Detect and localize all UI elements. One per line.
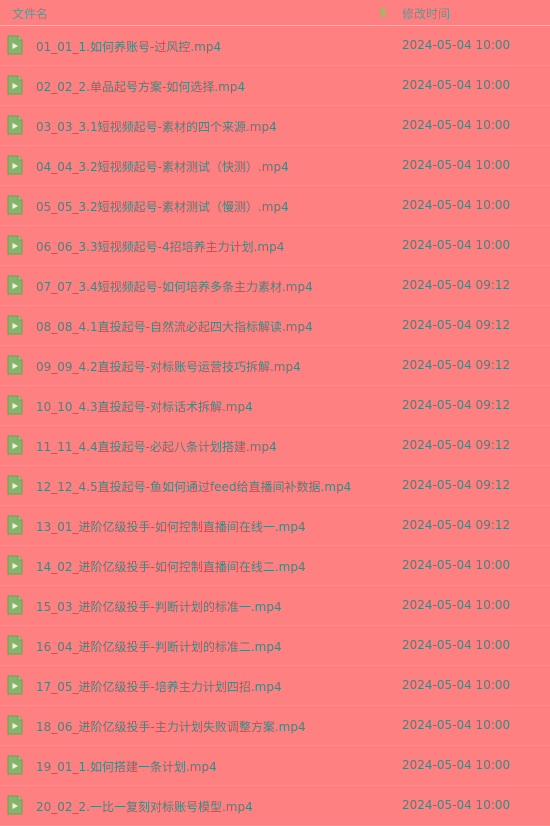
file-name: 12_12_4.5直投起号-鱼如何通过feed给直播间补数据.mp4: [36, 480, 352, 494]
column-header-modified-time[interactable]: 修改时间: [402, 5, 450, 22]
video-file-icon: [7, 35, 23, 55]
file-name: 19_01_1.如何搭建一条计划.mp4: [36, 760, 217, 774]
column-header-name[interactable]: 文件名: [12, 5, 48, 22]
file-name: 09_09_4.2直投起号-对标账号运营技巧拆解.mp4: [36, 360, 301, 374]
video-file-icon: [7, 195, 23, 215]
video-file-icon: [7, 355, 23, 375]
video-file-icon: [7, 75, 23, 95]
file-row[interactable]: 18_06_进阶亿级投手-主力计划失败调整方案.mp4 2024-05-04 1…: [0, 706, 550, 746]
file-row[interactable]: 04_04_3.2短视频起号-素材测试（快测）.mp4 2024-05-04 1…: [0, 146, 550, 186]
file-row[interactable]: 19_01_1.如何搭建一条计划.mp4 2024-05-04 10:00: [0, 746, 550, 786]
file-name: 18_06_进阶亿级投手-主力计划失败调整方案.mp4: [36, 720, 306, 734]
file-modified-time: 2024-05-04 10:00: [402, 798, 511, 812]
file-modified-time: 2024-05-04 09:12: [402, 318, 511, 332]
file-modified-time: 2024-05-04 09:12: [402, 478, 511, 492]
file-row[interactable]: 09_09_4.2直投起号-对标账号运营技巧拆解.mp4 2024-05-04 …: [0, 346, 550, 386]
file-row[interactable]: 10_10_4.3直投起号-对标话术拆解.mp4 2024-05-04 09:1…: [0, 386, 550, 426]
file-row[interactable]: 02_02_2.单品起号方案-如何选择.mp4 2024-05-04 10:00: [0, 66, 550, 106]
file-modified-time: 2024-05-04 09:12: [402, 438, 511, 452]
file-name: 20_02_2.一比一复刻对标账号模型.mp4: [36, 800, 253, 814]
file-modified-time: 2024-05-04 10:00: [402, 638, 511, 652]
file-modified-time: 2024-05-04 10:00: [402, 78, 511, 92]
file-row[interactable]: 01_01_1.如何养账号-过风控.mp4 2024-05-04 10:00: [0, 26, 550, 66]
video-file-icon: [7, 155, 23, 175]
video-file-icon: [7, 595, 23, 615]
file-row[interactable]: 03_03_3.1短视频起号-素材的四个来源.mp4 2024-05-04 10…: [0, 106, 550, 146]
file-modified-time: 2024-05-04 10:00: [402, 158, 511, 172]
file-name: 02_02_2.单品起号方案-如何选择.mp4: [36, 80, 246, 94]
file-name: 03_03_3.1短视频起号-素材的四个来源.mp4: [36, 120, 277, 134]
file-modified-time: 2024-05-04 10:00: [402, 718, 511, 732]
file-row[interactable]: 17_05_进阶亿级投手-培养主力计划四招.mp4 2024-05-04 10:…: [0, 666, 550, 706]
file-name: 15_03_进阶亿级投手-判断计划的标准一.mp4: [36, 600, 282, 614]
sort-up-arrow-icon[interactable]: [377, 4, 389, 20]
video-file-icon: [7, 515, 23, 535]
file-name: 01_01_1.如何养账号-过风控.mp4: [36, 40, 222, 54]
file-name: 08_08_4.1直投起号-自然流必起四大指标解读.mp4: [36, 320, 313, 334]
file-modified-time: 2024-05-04 10:00: [402, 198, 511, 212]
video-file-icon: [7, 475, 23, 495]
file-modified-time: 2024-05-04 10:00: [402, 598, 511, 612]
file-name: 17_05_进阶亿级投手-培养主力计划四招.mp4: [36, 680, 282, 694]
file-row[interactable]: 06_06_3.3短视频起号-4招培养主力计划.mp4 2024-05-04 1…: [0, 226, 550, 266]
video-file-icon: [7, 115, 23, 135]
file-modified-time: 2024-05-04 10:00: [402, 118, 511, 132]
file-modified-time: 2024-05-04 10:00: [402, 678, 511, 692]
file-row[interactable]: 08_08_4.1直投起号-自然流必起四大指标解读.mp4 2024-05-04…: [0, 306, 550, 346]
video-file-icon: [7, 435, 23, 455]
file-row[interactable]: 07_07_3.4短视频起号-如何培养多条主力素材.mp4 2024-05-04…: [0, 266, 550, 306]
file-row[interactable]: 20_02_2.一比一复刻对标账号模型.mp4 2024-05-04 10:00: [0, 786, 550, 826]
file-name: 10_10_4.3直投起号-对标话术拆解.mp4: [36, 400, 253, 414]
file-row[interactable]: 11_11_4.4直投起号-必起八条计划搭建.mp4 2024-05-04 09…: [0, 426, 550, 466]
file-modified-time: 2024-05-04 09:12: [402, 398, 511, 412]
file-name: 16_04_进阶亿级投手-判断计划的标准二.mp4: [36, 640, 282, 654]
video-file-icon: [7, 235, 23, 255]
video-file-icon: [7, 395, 23, 415]
video-file-icon: [7, 675, 23, 695]
file-name: 07_07_3.4短视频起号-如何培养多条主力素材.mp4: [36, 280, 313, 294]
file-row[interactable]: 13_01_进阶亿级投手-如何控制直播间在线一.mp4 2024-05-04 0…: [0, 506, 550, 546]
video-file-icon: [7, 275, 23, 295]
file-row[interactable]: 12_12_4.5直投起号-鱼如何通过feed给直播间补数据.mp4 2024-…: [0, 466, 550, 506]
file-modified-time: 2024-05-04 10:00: [402, 558, 511, 572]
file-row[interactable]: 16_04_进阶亿级投手-判断计划的标准二.mp4 2024-05-04 10:…: [0, 626, 550, 666]
file-name: 04_04_3.2短视频起号-素材测试（快测）.mp4: [36, 160, 289, 174]
file-modified-time: 2024-05-04 10:00: [402, 238, 511, 252]
file-list-header: 文件名 修改时间: [0, 0, 550, 26]
video-file-icon: [7, 755, 23, 775]
file-modified-time: 2024-05-04 10:00: [402, 758, 511, 772]
video-file-icon: [7, 315, 23, 335]
file-name: 13_01_进阶亿级投手-如何控制直播间在线一.mp4: [36, 520, 306, 534]
file-name: 06_06_3.3短视频起号-4招培养主力计划.mp4: [36, 240, 285, 254]
file-modified-time: 2024-05-04 09:12: [402, 518, 511, 532]
file-name: 14_02_进阶亿级投手-如何控制直播间在线二.mp4: [36, 560, 306, 574]
file-name: 05_05_3.2短视频起号-素材测试（慢测）.mp4: [36, 200, 289, 214]
file-modified-time: 2024-05-04 09:12: [402, 278, 511, 292]
file-list: 01_01_1.如何养账号-过风控.mp4 2024-05-04 10:00 0…: [0, 26, 550, 826]
file-modified-time: 2024-05-04 09:12: [402, 358, 511, 372]
video-file-icon: [7, 635, 23, 655]
video-file-icon: [7, 715, 23, 735]
video-file-icon: [7, 555, 23, 575]
file-row[interactable]: 15_03_进阶亿级投手-判断计划的标准一.mp4 2024-05-04 10:…: [0, 586, 550, 626]
file-name: 11_11_4.4直投起号-必起八条计划搭建.mp4: [36, 440, 277, 454]
file-row[interactable]: 05_05_3.2短视频起号-素材测试（慢测）.mp4 2024-05-04 1…: [0, 186, 550, 226]
video-file-icon: [7, 795, 23, 815]
file-row[interactable]: 14_02_进阶亿级投手-如何控制直播间在线二.mp4 2024-05-04 1…: [0, 546, 550, 586]
file-modified-time: 2024-05-04 10:00: [402, 38, 511, 52]
